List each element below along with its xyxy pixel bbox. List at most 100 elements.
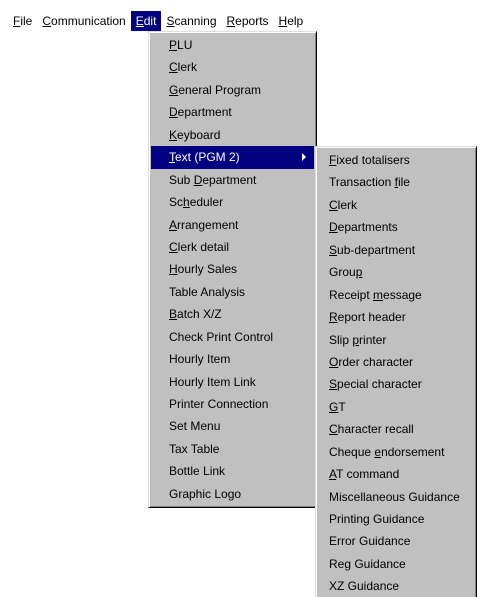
label-text: eport header <box>337 310 406 325</box>
submenu-item-sub-department[interactable]: Sub-department <box>318 239 474 261</box>
edit-menu-item-keyboard[interactable]: Keyboard <box>151 124 314 146</box>
access-key: m <box>373 287 384 302</box>
label-text: lerk <box>337 197 358 212</box>
edit-menu-item-printer-connection[interactable]: Printer Connection <box>151 393 314 415</box>
label-text: Receipt <box>329 287 374 302</box>
edit-menu-item-department[interactable]: Department <box>151 101 314 123</box>
label-text: Slip <box>329 332 353 347</box>
submenu-item-error-guidance[interactable]: Error Guidance <box>318 530 474 552</box>
edit-menu-item-clerk-detail[interactable]: Clerk detail <box>151 236 314 258</box>
label-text: epartment <box>177 105 232 120</box>
label-text: eneral Program <box>178 82 262 97</box>
edit-menu-item-set-menu[interactable]: Set Menu <box>151 415 314 437</box>
submenu-item-receipt-message[interactable]: Receipt message <box>318 284 474 306</box>
edit-menu-item-tax-table[interactable]: Tax Table <box>151 438 314 460</box>
label-text: rinter <box>359 332 387 347</box>
edit-menu-item-check-print-control[interactable]: Check Print Control <box>151 326 314 348</box>
submenu-item-clerk[interactable]: Clerk <box>318 194 474 216</box>
label-text: ext (PGM 2) <box>175 150 240 165</box>
submenu-item-report-header[interactable]: Report header <box>318 306 474 328</box>
access-key: C <box>329 422 338 437</box>
label-text: ixed totalisers <box>336 153 410 167</box>
menubar-item-reports[interactable]: Reports <box>222 11 274 31</box>
label-text: Sc <box>169 195 184 210</box>
submenu-item-group[interactable]: Group <box>318 261 474 283</box>
menubar-item-communication[interactable]: Communication <box>37 11 130 31</box>
access-key: B <box>169 307 178 322</box>
submenu-item-departments[interactable]: Departments <box>318 216 474 238</box>
label-text: Printing Guidance <box>329 512 425 526</box>
submenu-item-character-recall[interactable]: Character recall <box>318 418 474 440</box>
text-pgm2-submenu: Fixed totalisers Transaction file Clerk Dep… <box>315 146 477 597</box>
submenu-item-order-character[interactable]: Order character <box>318 351 474 373</box>
label-text: canning <box>174 14 217 28</box>
label-text: Transaction <box>329 175 395 190</box>
label-text: rder character <box>338 354 414 369</box>
label-text: Sub <box>169 172 194 187</box>
submenu-item-miscellaneous-guidance[interactable]: Miscellaneous Guidance <box>318 486 474 508</box>
label-text: lerk <box>177 60 198 75</box>
submenu-item-at-command[interactable]: AT command <box>318 463 474 485</box>
label-text: Error Guidance <box>329 534 411 549</box>
access-key: H <box>169 262 178 277</box>
access-key: p <box>355 265 363 280</box>
submenu-item-xz-guidance[interactable]: XZ Guidance <box>318 575 474 597</box>
submenu-item-reg-guidance[interactable]: Reg Guidance <box>318 553 474 575</box>
submenu-item-fixed-totalisers[interactable]: Fixed totalisers <box>318 149 474 171</box>
label-text: ile <box>397 175 410 190</box>
access-key: D <box>169 105 178 120</box>
edit-menu-item-hourly-item[interactable]: Hourly Item <box>151 348 314 370</box>
edit-menu-item-arrangement[interactable]: Arrangement <box>151 214 314 236</box>
menubar-item-file[interactable]: File <box>8 11 37 31</box>
label-text: Miscellaneous Guidance <box>329 489 460 504</box>
edit-menu-item-general-program[interactable]: General Program <box>151 79 314 101</box>
label-text: eports <box>235 14 269 28</box>
edit-menu-item-hourly-item-link[interactable]: Hourly Item Link <box>151 371 314 393</box>
edit-menu-item-bottle-link[interactable]: Bottle Link <box>151 460 314 482</box>
edit-menu-item-sub-department[interactable]: Sub Department <box>151 169 314 191</box>
label-text: atch X/Z <box>177 307 222 322</box>
access-key: S <box>329 377 338 392</box>
menubar-item-edit[interactable]: Edit <box>130 11 162 31</box>
edit-menu-item-clerk[interactable]: Clerk <box>151 56 314 78</box>
menubar-item-help[interactable]: Help <box>274 11 309 31</box>
access-key: D <box>329 220 338 235</box>
label-text: Cheque <box>329 444 375 459</box>
submenu-item-cheque-endorsement[interactable]: Cheque endorsement <box>318 441 474 463</box>
submenu-arrow-icon <box>302 153 306 162</box>
label-text: Table Analysis <box>169 284 246 299</box>
label-text: eduler <box>189 195 224 210</box>
label-text: Grou <box>329 265 356 280</box>
label-text: LU <box>177 38 193 52</box>
edit-menu-item-table-analysis[interactable]: Table Analysis <box>151 281 314 303</box>
submenu-item-printing-guidance[interactable]: Printing Guidance <box>318 508 474 530</box>
menu-bar: File Communication Edit Scanning Reports Help <box>8 11 308 31</box>
edit-menu-item-plu[interactable]: PLU <box>151 34 314 56</box>
label-text: epartment <box>202 172 257 187</box>
edit-menu-item-text-pgm-2[interactable]: Text (PGM 2) <box>151 146 314 169</box>
submenu-item-slip-printer[interactable]: Slip printer <box>318 329 474 351</box>
access-key: C <box>169 60 178 75</box>
label-text: Tax Table <box>169 441 220 456</box>
label-text: XZ Guidance <box>329 579 400 594</box>
menubar-item-scanning[interactable]: Scanning <box>161 11 221 31</box>
access-key: A <box>169 217 178 232</box>
label-text: Set Menu <box>169 419 221 434</box>
label-text: Hourly Item <box>169 352 231 367</box>
label-text: lerk detail <box>177 239 230 254</box>
edit-menu-item-batch-x-z[interactable]: Batch X/Z <box>151 303 314 325</box>
label-text: Graphic Logo <box>169 486 242 501</box>
edit-menu-item-hourly-sales[interactable]: Hourly Sales <box>151 258 314 280</box>
edit-menu-item-scheduler[interactable]: Scheduler <box>151 191 314 213</box>
access-key: S <box>329 242 338 257</box>
label-text: haracter recall <box>337 422 414 437</box>
edit-menu: PLU Clerk General Program Department Keyboar… <box>148 31 317 509</box>
label-text: epartments <box>337 220 398 235</box>
submenu-item-transaction-file[interactable]: Transaction file <box>318 171 474 193</box>
edit-menu-item-graphic-logo[interactable]: Graphic Logo <box>151 483 314 505</box>
label-text: T <box>338 399 346 414</box>
label-text: essage <box>383 287 422 302</box>
label-text: Hourly Item Link <box>169 374 256 389</box>
submenu-item-special-character[interactable]: Special character <box>318 373 474 395</box>
submenu-item-gt[interactable]: GT <box>318 396 474 418</box>
